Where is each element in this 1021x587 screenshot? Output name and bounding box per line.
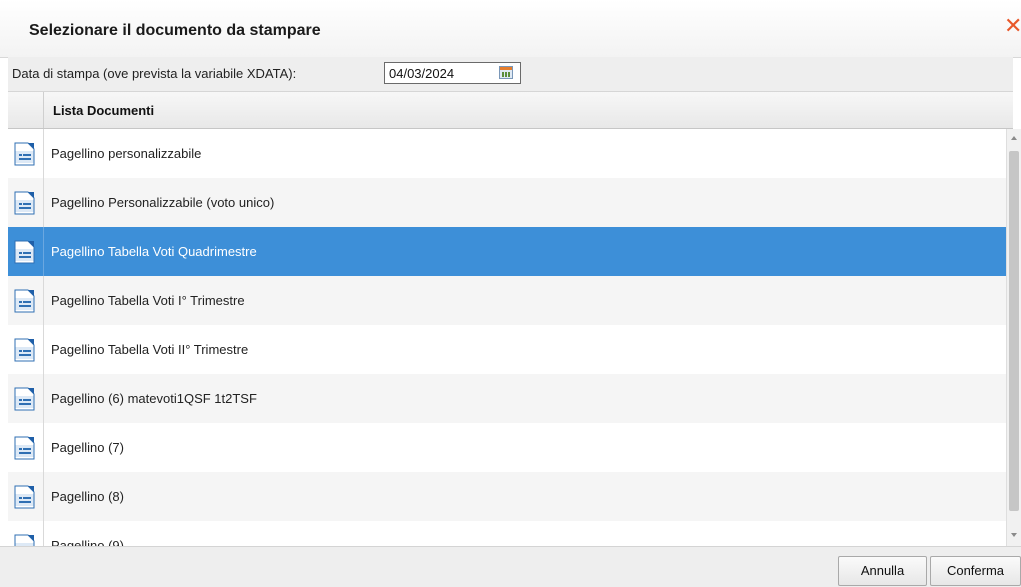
dialog-footer: Annulla Conferma — [0, 546, 1021, 587]
document-row[interactable]: Pagellino Tabella Voti II° Trimestre — [8, 325, 1006, 375]
documents-grid-header: Lista Documenti — [8, 92, 1013, 129]
document-row[interactable]: Pagellino Personalizzabile (voto unico) — [8, 178, 1006, 228]
document-row[interactable]: Pagellino (9) — [8, 521, 1006, 546]
documents-grid: Lista Documenti Pagellino personalizzabi… — [8, 92, 1021, 546]
document-label: Pagellino (6) matevoti1QSF 1t2TSF — [51, 391, 257, 406]
document-icon-cell — [8, 521, 44, 546]
document-label: Pagellino Tabella Voti Quadrimestre — [51, 244, 257, 259]
document-row[interactable]: Pagellino personalizzabile — [8, 129, 1006, 179]
cancel-button[interactable]: Annulla — [838, 556, 927, 586]
document-label: Pagellino Tabella Voti I° Trimestre — [51, 293, 245, 308]
document-icon — [14, 485, 35, 509]
document-icon — [14, 240, 35, 264]
document-label: Pagellino (7) — [51, 440, 124, 455]
document-icon-cell — [8, 472, 44, 521]
document-icon-cell — [8, 227, 44, 276]
document-icon — [14, 338, 35, 362]
print-date-input[interactable] — [389, 65, 489, 81]
document-row[interactable]: Pagellino Tabella Voti Quadrimestre — [8, 227, 1006, 277]
document-icon — [14, 289, 35, 313]
document-icon-cell — [8, 129, 44, 178]
document-icon — [14, 436, 35, 460]
document-icon-cell — [8, 178, 44, 227]
document-label: Pagellino (8) — [51, 489, 124, 504]
column-header-lista-documenti[interactable]: Lista Documenti — [53, 103, 154, 118]
document-icon — [14, 142, 35, 166]
document-icon-cell — [8, 325, 44, 374]
dialog-titlebar: Selezionare il documento da stampare ✕ — [0, 0, 1021, 58]
document-label: Pagellino Tabella Voti II° Trimestre — [51, 342, 249, 357]
document-icon — [14, 191, 35, 215]
print-date-field[interactable] — [384, 62, 521, 84]
document-label: Pagellino personalizzabile — [51, 146, 202, 161]
confirm-button[interactable]: Conferma — [930, 556, 1021, 586]
document-icon-cell — [8, 276, 44, 325]
scroll-down-arrow-icon[interactable] — [1011, 533, 1017, 537]
close-x-icon[interactable]: ✕ — [1004, 15, 1021, 37]
scroll-up-arrow-icon[interactable] — [1011, 136, 1017, 140]
document-icon — [14, 534, 35, 546]
document-row[interactable]: Pagellino (6) matevoti1QSF 1t2TSF — [8, 374, 1006, 424]
dialog-title: Selezionare il documento da stampare — [29, 22, 321, 39]
icon-column-header — [8, 92, 44, 128]
calendar-icon[interactable] — [499, 66, 513, 79]
document-icon — [14, 387, 35, 411]
document-icon-cell — [8, 423, 44, 472]
scrollbar-thumb[interactable] — [1009, 151, 1019, 511]
print-date-bar: Data di stampa (ove prevista la variabil… — [8, 57, 1013, 92]
document-row[interactable]: Pagellino Tabella Voti I° Trimestre — [8, 276, 1006, 326]
document-label: Pagellino Personalizzabile (voto unico) — [51, 195, 275, 210]
document-row[interactable]: Pagellino (8) — [8, 472, 1006, 522]
print-date-label: Data di stampa (ove prevista la variabil… — [12, 66, 297, 81]
document-icon-cell — [8, 374, 44, 423]
document-row[interactable]: Pagellino (7) — [8, 423, 1006, 473]
document-label: Pagellino (9) — [51, 538, 124, 546]
vertical-scrollbar[interactable] — [1006, 129, 1021, 546]
